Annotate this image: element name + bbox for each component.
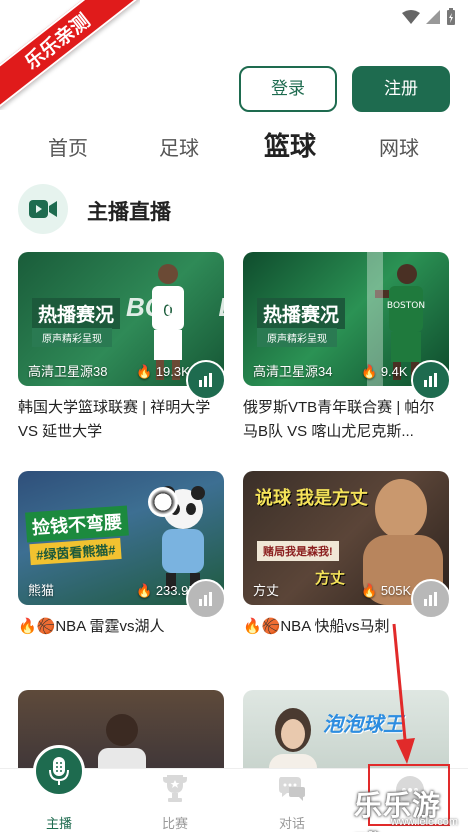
- banner-subtext-2: 方丈: [315, 570, 346, 587]
- nav-label: 比赛: [161, 816, 188, 831]
- bg-text: BOS LAL: [126, 292, 224, 322]
- view-count-value: 9.4K: [380, 364, 408, 379]
- live-card[interactable]: 0 BOS LAL 热播赛况 原声精彩呈现 高清卫星源38 🔥 19.3K 韩国…: [18, 252, 226, 444]
- live-card[interactable]: 捡钱不弯腰 #绿茵看熊猫# 熊猫 🔥 233.9K 🔥🏀NBA 雷霆vs湖人: [18, 471, 226, 639]
- view-count-value: 19.3K: [155, 364, 190, 379]
- hot-subtitle: 原声精彩呈现: [32, 328, 112, 347]
- card-title[interactable]: 韩国大学篮球联赛 | 祥明大学 VS 延世大学: [18, 396, 224, 444]
- login-button[interactable]: 登录: [239, 66, 337, 112]
- chat-icon: [279, 777, 305, 801]
- mic-icon[interactable]: [33, 745, 85, 797]
- trophy-icon: [163, 775, 187, 802]
- source-label: 高清卫星源38: [28, 364, 108, 379]
- view-count-value: 505K: [380, 583, 412, 598]
- source-label: 高清卫星源34: [253, 364, 333, 379]
- tab-football[interactable]: 足球: [159, 132, 199, 161]
- banner-subtext: 赌局我是森我!: [257, 541, 339, 561]
- live-card[interactable]: BOSTON 热播赛况 原声精彩呈现 高清卫星源34 🔥 9.4K 俄罗斯VTB…: [243, 252, 451, 444]
- promo-ribbon: 乐乐亲测: [0, 0, 140, 110]
- register-button[interactable]: 注册: [352, 66, 450, 112]
- nav-label: 对话: [278, 816, 305, 831]
- card-title[interactable]: 俄罗斯VTB青年联合赛 | 帕尔马B队 VS 喀山尤尼克斯...: [243, 396, 449, 444]
- live-card[interactable]: 说球 我是方丈 赌局我是森我! 方丈 方丈 🔥 505K 🔥🏀NBA 快船vs马…: [243, 471, 451, 639]
- signal-icon: [426, 10, 440, 24]
- bars-icon[interactable]: [186, 579, 226, 619]
- view-count: 🔥 19.3K: [136, 364, 190, 379]
- banner-text: 说球 我是方丈: [255, 488, 369, 508]
- video-camera-icon: [18, 184, 68, 234]
- status-icons: [402, 8, 456, 26]
- battery-icon: [447, 8, 455, 25]
- watermark: 乐乐游戏 www.lele.com: [354, 782, 468, 832]
- watermark-url: www.lele.com: [390, 816, 458, 828]
- bars-icon[interactable]: [186, 360, 226, 400]
- tab-basketball[interactable]: 篮球: [264, 126, 316, 163]
- svg-text:BOSTON: BOSTON: [387, 301, 425, 311]
- bars-icon[interactable]: [411, 360, 451, 400]
- view-count: 🔥 505K: [361, 583, 412, 598]
- view-count: 🔥 9.4K: [361, 364, 408, 379]
- nav-label: 主播: [45, 816, 72, 831]
- section-title: 主播直播: [87, 201, 171, 224]
- soccer-ball-icon: [148, 487, 178, 517]
- hot-badge: 热播赛况: [32, 298, 121, 329]
- banner-subtext: #绿茵看熊猫#: [29, 537, 123, 566]
- hot-badge: 热播赛况: [257, 298, 346, 329]
- wifi-icon: [402, 10, 420, 24]
- card-title[interactable]: 🔥🏀NBA 雷霆vs湖人: [18, 615, 224, 639]
- source-label: 熊猫: [28, 583, 55, 598]
- red-arrow-annotation: [392, 623, 415, 764]
- banner-text: 捡钱不弯腰: [25, 505, 129, 543]
- hot-subtitle: 原声精彩呈现: [257, 328, 337, 347]
- bars-icon[interactable]: [411, 579, 451, 619]
- tab-tennis[interactable]: 网球: [379, 132, 419, 161]
- tab-home[interactable]: 首页: [48, 132, 88, 161]
- source-label: 方丈: [253, 583, 280, 598]
- ribbon-text: 乐乐亲测: [0, 0, 140, 110]
- category-tabs: 首页 足球 篮球 网球: [0, 126, 468, 166]
